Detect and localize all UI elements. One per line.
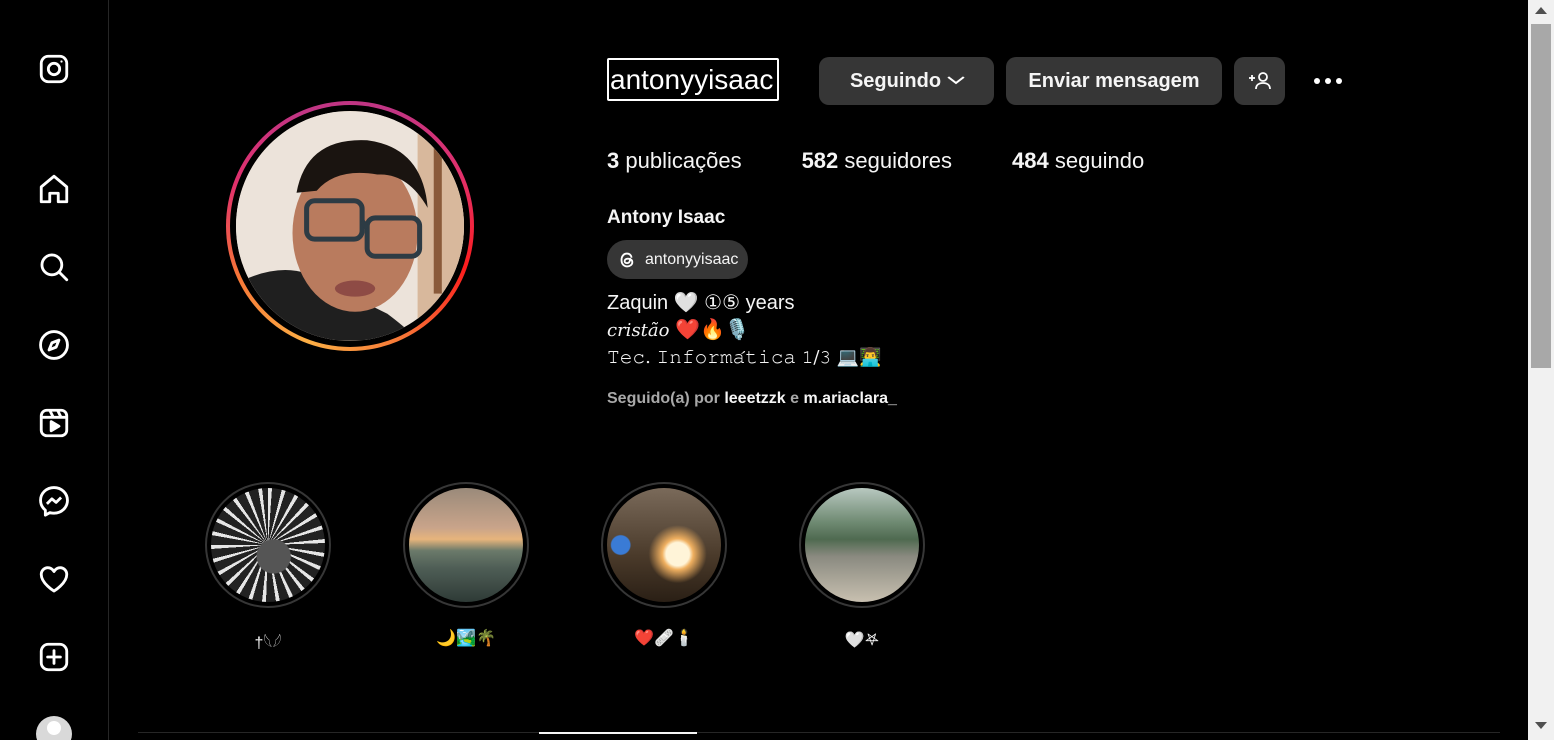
followed-by-account[interactable]: m.ariaclara_: [804, 390, 897, 407]
following-label: seguindo: [1054, 148, 1145, 173]
followed-by-prefix: Seguido(a) por: [607, 390, 725, 407]
profile-full-name: Antony Isaac: [607, 207, 726, 228]
followers-stat[interactable]: 582 seguidores: [802, 148, 952, 174]
more-dot-icon: [1336, 78, 1342, 84]
story-highlight[interactable]: 🌙🏞️🌴: [403, 482, 529, 648]
chevron-down-icon: [947, 72, 965, 90]
reels-icon[interactable]: [34, 403, 74, 443]
instagram-logo-icon[interactable]: [34, 49, 74, 89]
highlight-cover: [805, 488, 919, 602]
followers-label: seguidores: [844, 148, 953, 173]
profile-bio: Zaquin 🤍 ①⑤ years 𝑐𝑟𝑖𝑠𝑡𝑎̃𝑜 ❤️🔥🎙️ 𝚃𝚎𝚌. 𝙸𝚗…: [607, 290, 882, 371]
profile-avatar-mini[interactable]: [36, 716, 72, 740]
story-highlight[interactable]: †𓆩𓆪: [205, 482, 331, 654]
following-button-label: Seguindo: [849, 69, 942, 92]
home-icon[interactable]: [34, 169, 74, 209]
explore-compass-icon[interactable]: [34, 325, 74, 365]
more-dot-icon: [1325, 78, 1331, 84]
messenger-icon[interactable]: [34, 481, 74, 521]
highlight-label: 🌙🏞️🌴: [436, 630, 496, 647]
profile-photo-frame: [230, 105, 470, 347]
profile-stats: 3 publicações 582 seguidores 484 seguind…: [607, 148, 1204, 174]
scrollbar-thumb[interactable]: [1531, 24, 1551, 368]
highlight-label: ❤️🩹🕯️: [634, 630, 694, 647]
scroll-up-arrow-icon[interactable]: [1535, 7, 1547, 14]
bio-line-emoji: ❤️🔥🎙️: [669, 319, 750, 341]
followed-by[interactable]: Seguido(a) por leeetzzk e m.ariaclara_: [607, 390, 897, 408]
highlight-cover: [211, 488, 325, 602]
story-highlight[interactable]: 🤍𖤐: [799, 482, 925, 650]
profile-photo-story-ring[interactable]: [226, 101, 474, 351]
profile-photo-illustration: [236, 112, 464, 340]
highlight-label: †𓆩𓆪: [254, 635, 282, 652]
following-dropdown-button[interactable]: Seguindo: [819, 57, 994, 105]
highlight-cover: [409, 488, 523, 602]
threads-badge-link[interactable]: antonyyisaac: [607, 240, 749, 279]
send-message-button[interactable]: Enviar mensagem: [1006, 57, 1222, 105]
bio-line: 𝚃𝚎𝚌. 𝙸𝚗𝚏𝚘𝚛𝚖𝚊́𝚝𝚒𝚌𝚊 𝟷/𝟹 💻👨‍💻: [607, 347, 882, 368]
posts-count: 3: [607, 148, 620, 173]
search-icon[interactable]: [34, 247, 74, 287]
profile-username[interactable]: antonyyisaac: [607, 58, 779, 101]
highlight-cover-ring: [799, 482, 925, 608]
active-tab-indicator: [539, 732, 697, 734]
followers-count: 582: [801, 148, 839, 173]
bio-line-text: 𝑐𝑟𝑖𝑠𝑡𝑎̃𝑜: [607, 320, 670, 341]
highlight-cover-ring: [403, 482, 529, 608]
tabs-divider: [138, 732, 1500, 733]
add-person-icon: [1248, 72, 1271, 90]
followed-by-conjunction: e: [785, 390, 804, 407]
highlight-label: 🤍𖤐: [844, 632, 880, 649]
story-highlight[interactable]: ❤️🩹🕯️: [601, 482, 727, 648]
scroll-down-arrow-icon[interactable]: [1535, 722, 1547, 729]
more-options-button[interactable]: [1306, 62, 1350, 100]
highlight-cover-ring: [601, 482, 727, 608]
highlight-cover-ring: [205, 482, 331, 608]
highlight-cover: [607, 488, 721, 602]
posts-stat: 3 publicações: [607, 148, 742, 174]
following-stat[interactable]: 484 seguindo: [1012, 148, 1144, 174]
threads-icon: [620, 252, 634, 267]
threads-handle: antonyyisaac: [645, 250, 739, 268]
profile-main: antonyyisaac Seguindo Enviar mensagem 3 …: [110, 0, 1528, 740]
profile-photo: [236, 111, 464, 341]
posts-label: publicações: [625, 148, 742, 173]
heart-icon[interactable]: [34, 559, 74, 599]
bio-line: 𝑐𝑟𝑖𝑠𝑡𝑎̃𝑜 ❤️🔥🎙️: [607, 317, 882, 344]
more-dot-icon: [1314, 78, 1320, 84]
suggested-users-button[interactable]: [1234, 57, 1285, 105]
followed-by-account[interactable]: leeetzzk: [724, 390, 785, 407]
create-plus-icon[interactable]: [34, 637, 74, 677]
bio-line: Zaquin 🤍 ①⑤ years: [607, 292, 795, 314]
following-count: 484: [1012, 148, 1049, 173]
page-scrollbar[interactable]: [1528, 0, 1554, 740]
sidebar-nav: [0, 0, 109, 740]
